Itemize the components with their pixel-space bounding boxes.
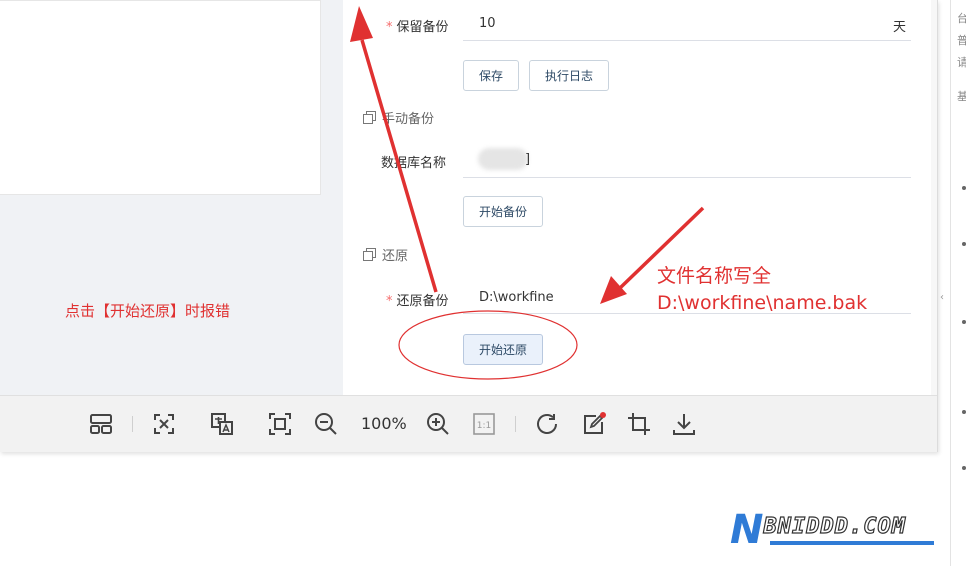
retention-label-text: 保留备份 — [396, 20, 449, 35]
right-strip-dot — [962, 242, 966, 246]
right-strip-char: 台 — [957, 12, 966, 25]
db-name-underline — [463, 177, 911, 178]
fullscreen-icon[interactable] — [266, 410, 294, 438]
required-star: * — [386, 294, 393, 309]
left-card — [0, 0, 321, 195]
watermark-letter: N — [730, 507, 764, 553]
translate-icon[interactable] — [208, 410, 236, 438]
edit-icon[interactable] — [580, 410, 608, 438]
retention-unit: 天 — [893, 20, 907, 35]
required-star: * — [386, 20, 393, 35]
right-strip-dot — [962, 320, 966, 324]
fit-screen-icon[interactable] — [150, 410, 178, 438]
watermark-text: BNIDDD.COM — [763, 513, 906, 539]
copy-icon — [363, 248, 376, 261]
image-viewer: 点击【开始还原】时报错 * 保留备份 10 天 保存 执行日志 手动备份 数据库名… — [0, 0, 938, 452]
annotation-line-1: 文件名称写全 — [657, 265, 772, 287]
save-button[interactable]: 保存 — [463, 60, 519, 91]
right-side-strip — [950, 0, 966, 566]
restore-label-text: 还原备份 — [396, 294, 449, 309]
start-restore-button[interactable]: 开始还原 — [463, 334, 543, 365]
start-backup-button[interactable]: 开始备份 — [463, 196, 543, 227]
right-strip-char: 普 — [957, 34, 966, 47]
download-icon[interactable] — [670, 410, 698, 438]
zoom-out-icon[interactable] — [312, 410, 340, 438]
manual-backup-section: 手动备份 — [363, 108, 434, 127]
backup-form-panel — [343, 0, 931, 395]
right-strip-char: 请 — [957, 56, 966, 69]
restore-title: 还原 — [382, 249, 409, 264]
error-note: 点击【开始还原】时报错 — [65, 302, 231, 320]
actual-size-icon[interactable]: 1:1 — [470, 410, 498, 438]
zoom-level: 100% — [361, 414, 407, 433]
log-button[interactable]: 执行日志 — [529, 60, 609, 91]
db-name-label: 数据库名称 — [381, 156, 447, 171]
db-name-value[interactable]: ] — [525, 152, 530, 167]
retention-underline — [463, 40, 911, 41]
layout-icon[interactable] — [87, 410, 115, 438]
manual-backup-title: 手动备份 — [382, 112, 435, 127]
right-strip-dot — [962, 466, 966, 470]
restore-path-input[interactable]: D:\workfine — [479, 290, 554, 305]
right-strip-dot — [962, 410, 966, 414]
right-strip-char: 基 — [957, 90, 966, 103]
toolbar-divider — [515, 416, 516, 432]
svg-text:1:1: 1:1 — [477, 421, 491, 431]
zoom-in-icon[interactable] — [424, 410, 452, 438]
right-strip-dot — [962, 186, 966, 190]
redacted-blur — [478, 148, 528, 170]
retention-label: * 保留备份 — [386, 16, 449, 35]
toolbar-divider — [132, 416, 133, 432]
copy-icon — [363, 111, 376, 124]
crop-icon[interactable] — [625, 410, 653, 438]
chevron-left-icon[interactable]: ‹ — [940, 292, 944, 303]
rotate-icon[interactable] — [533, 410, 561, 438]
restore-label: * 还原备份 — [386, 290, 449, 309]
viewer-toolbar: 100% 1:1 — [0, 395, 937, 452]
annotation-line-2: D:\workfine\name.bak — [657, 292, 868, 314]
retention-input[interactable]: 10 — [479, 16, 496, 31]
watermark-underline — [770, 541, 934, 545]
panel-edge — [931, 0, 937, 395]
restore-section: 还原 — [363, 245, 408, 264]
